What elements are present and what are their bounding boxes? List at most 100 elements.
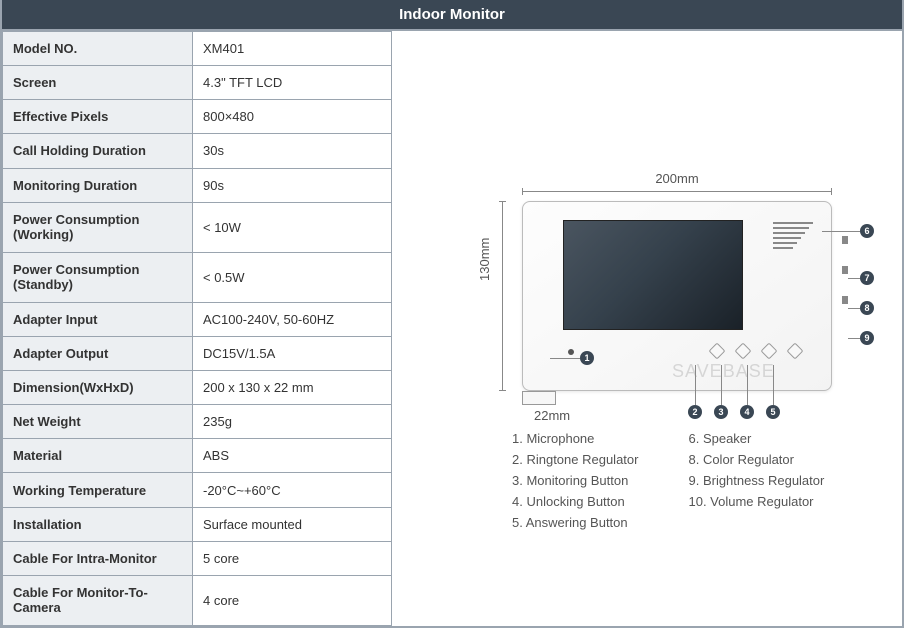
spec-row: Net Weight235g [3, 405, 392, 439]
button-3-icon [735, 343, 752, 360]
spec-value: Surface mounted [193, 507, 392, 541]
spec-row: Working Temperature-20°C~+60°C [3, 473, 392, 507]
legend: 1. Microphone 2. Ringtone Regulator 3. M… [512, 431, 824, 536]
spec-row: Screen4.3" TFT LCD [3, 66, 392, 100]
spec-value: DC15V/1.5A [193, 336, 392, 370]
spec-label: Screen [3, 66, 193, 100]
leader-line [550, 358, 580, 359]
dimension-width-label: 200mm [522, 171, 832, 186]
watermark-text: SAVEBASE [672, 361, 775, 382]
legend-item: 9. Brightness Regulator [688, 473, 824, 488]
marker-5: 5 [766, 405, 780, 419]
regulator-9-icon [842, 296, 848, 304]
leader-line [848, 278, 860, 279]
marker-3: 3 [714, 405, 728, 419]
spec-row: Call Holding Duration30s [3, 134, 392, 168]
leader-line [822, 231, 860, 232]
marker-6: 6 [860, 224, 874, 238]
spec-row: Adapter InputAC100-240V, 50-60HZ [3, 302, 392, 336]
marker-7: 7 [860, 271, 874, 285]
spec-row: Adapter OutputDC15V/1.5A [3, 336, 392, 370]
spec-row: Cable For Intra-Monitor5 core [3, 541, 392, 575]
leader-line [747, 365, 748, 405]
legend-item: 3. Monitoring Button [512, 473, 638, 488]
legend-item: 6. Speaker [688, 431, 824, 446]
legend-item: 4. Unlocking Button [512, 494, 638, 509]
spec-row: Monitoring Duration90s [3, 168, 392, 202]
spec-row: Effective Pixels800×480 [3, 100, 392, 134]
legend-col-2: 6. Speaker 8. Color Regulator 9. Brightn… [688, 431, 824, 536]
legend-col-1: 1. Microphone 2. Ringtone Regulator 3. M… [512, 431, 638, 536]
spec-value: -20°C~+60°C [193, 473, 392, 507]
legend-item: 1. Microphone [512, 431, 638, 446]
spec-value: 4.3" TFT LCD [193, 66, 392, 100]
spec-value: XM401 [193, 32, 392, 66]
legend-item: 2. Ringtone Regulator [512, 452, 638, 467]
spec-value: 200 x 130 x 22 mm [193, 371, 392, 405]
spec-row: Power Consumption (Standby)< 0.5W [3, 252, 392, 302]
spec-label: Adapter Input [3, 302, 193, 336]
spec-label: Power Consumption (Standby) [3, 252, 193, 302]
regulator-7-icon [842, 236, 848, 244]
spec-label: Monitoring Duration [3, 168, 193, 202]
legend-item: 5. Answering Button [512, 515, 638, 530]
spec-label: Cable For Monitor-To-Camera [3, 575, 193, 625]
header-title: Indoor Monitor [2, 0, 902, 31]
spec-table: Model NO.XM401Screen4.3" TFT LCDEffectiv… [2, 31, 392, 626]
dimension-height-line [502, 201, 503, 391]
spec-label: Call Holding Duration [3, 134, 193, 168]
leader-line [848, 308, 860, 309]
marker-8: 8 [860, 301, 874, 315]
spec-row: InstallationSurface mounted [3, 507, 392, 541]
spec-row: Dimension(WxHxD)200 x 130 x 22 mm [3, 371, 392, 405]
spec-row: Model NO.XM401 [3, 32, 392, 66]
spec-row: MaterialABS [3, 439, 392, 473]
marker-9: 9 [860, 331, 874, 345]
spec-label: Installation [3, 507, 193, 541]
spec-value: 235g [193, 405, 392, 439]
dimension-width-line [522, 191, 832, 192]
device-screen [563, 220, 743, 330]
regulator-8-icon [842, 266, 848, 274]
speaker-icon [773, 222, 813, 252]
leader-line [721, 365, 722, 405]
device-buttons [711, 345, 801, 357]
spec-row: Power Consumption (Working)< 10W [3, 202, 392, 252]
dimension-height-label: 130mm [477, 238, 492, 281]
microphone-icon [568, 349, 574, 355]
spec-label: Dimension(WxHxD) [3, 371, 193, 405]
spec-value: 800×480 [193, 100, 392, 134]
leader-line [695, 365, 696, 405]
marker-2: 2 [688, 405, 702, 419]
dimension-depth-label: 22mm [534, 408, 570, 423]
spec-label: Effective Pixels [3, 100, 193, 134]
spec-value: 4 core [193, 575, 392, 625]
marker-1: 1 [580, 351, 594, 365]
button-5-icon [787, 343, 804, 360]
legend-item: 10. Volume Regulator [688, 494, 824, 509]
spec-row: Cable For Monitor-To-Camera4 core [3, 575, 392, 625]
spec-label: Model NO. [3, 32, 193, 66]
spec-value: AC100-240V, 50-60HZ [193, 302, 392, 336]
button-4-icon [761, 343, 778, 360]
spec-label: Adapter Output [3, 336, 193, 370]
marker-4: 4 [740, 405, 754, 419]
depth-box [522, 391, 556, 405]
spec-value: ABS [193, 439, 392, 473]
button-2-icon [709, 343, 726, 360]
diagram-area: 200mm 130mm [392, 31, 902, 626]
spec-label: Cable For Intra-Monitor [3, 541, 193, 575]
spec-label: Power Consumption (Working) [3, 202, 193, 252]
leader-line [773, 365, 774, 405]
side-regulators [842, 236, 848, 304]
leader-line [848, 338, 860, 339]
spec-value: 30s [193, 134, 392, 168]
spec-sheet: Indoor Monitor Model NO.XM401Screen4.3" … [0, 0, 904, 628]
spec-value: < 10W [193, 202, 392, 252]
spec-label: Working Temperature [3, 473, 193, 507]
spec-value: 90s [193, 168, 392, 202]
spec-value: 5 core [193, 541, 392, 575]
spec-label: Material [3, 439, 193, 473]
spec-value: < 0.5W [193, 252, 392, 302]
body: Model NO.XM401Screen4.3" TFT LCDEffectiv… [2, 31, 902, 626]
